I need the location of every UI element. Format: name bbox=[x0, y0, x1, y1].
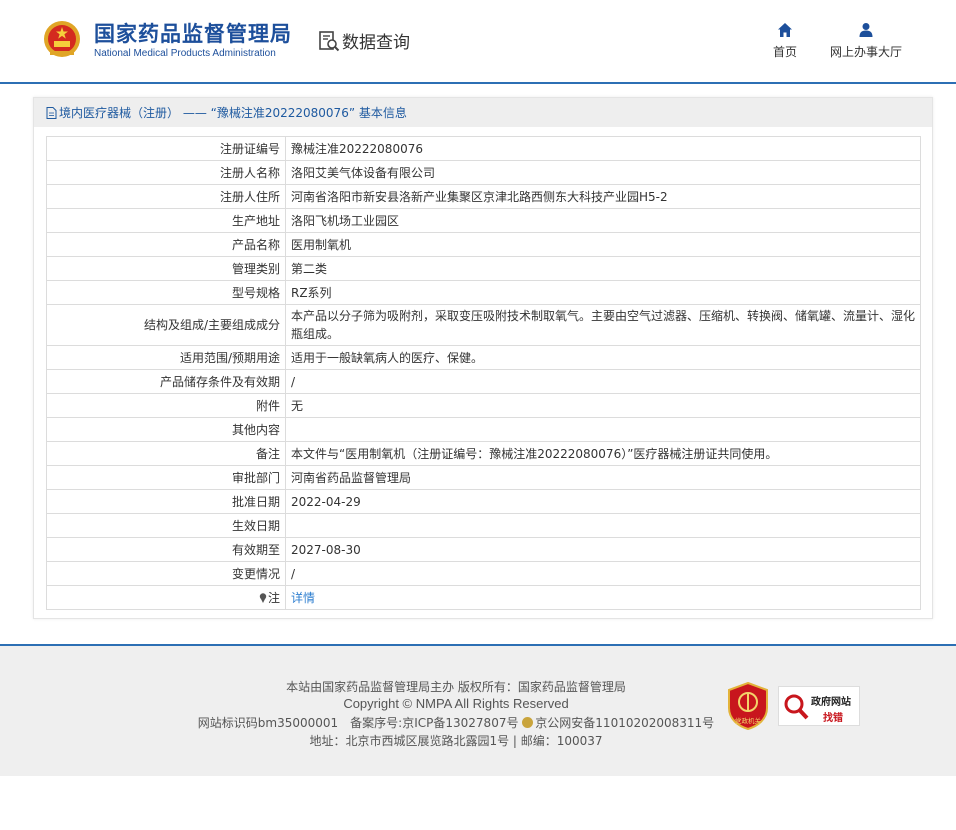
document-search-icon bbox=[319, 30, 340, 51]
table-row: 备注 本文件与“医用制氧机（注册证编号：豫械注准20222080076）”医疗器械… bbox=[46, 441, 921, 466]
party-gov-seal-icon[interactable]: 党政机关 bbox=[727, 682, 769, 730]
table-row: 产品名称 医用制氧机 bbox=[46, 232, 921, 257]
nav-home-label: 首页 bbox=[773, 45, 798, 59]
field-label: 有效期至 bbox=[46, 537, 286, 562]
national-emblem-icon[interactable] bbox=[42, 17, 82, 59]
field-label: 其他内容 bbox=[46, 417, 286, 442]
footer-copyright: Copyright © NMPA All Rights Reserved bbox=[343, 696, 569, 711]
table-row: 审批部门 河南省药品监督管理局 bbox=[46, 465, 921, 490]
nav-online-hall[interactable]: 网上办事大厅 bbox=[830, 22, 902, 60]
field-value: 豫械注准20222080076 bbox=[285, 136, 921, 161]
gov-site-error-report[interactable]: 政府网站 找错 bbox=[778, 686, 860, 726]
field-value: 无 bbox=[285, 393, 921, 418]
field-label: 型号规格 bbox=[46, 280, 286, 305]
note-label: 注 bbox=[267, 590, 280, 605]
field-label: 适用范围/预期用途 bbox=[46, 345, 286, 370]
table-row: 生产地址 洛阳飞机场工业园区 bbox=[46, 208, 921, 233]
footer-registration: 网站标识码bm35000001 备案序号:京ICP备13027807号 京公网安… bbox=[0, 714, 912, 731]
nav-online-hall-label: 网上办事大厅 bbox=[830, 45, 903, 59]
field-value: 2022-04-29 bbox=[285, 489, 921, 514]
data-query-title[interactable]: 数据查询 bbox=[318, 28, 410, 53]
field-label: 结构及组成/主要组成成分 bbox=[46, 304, 286, 346]
note-row: 注详情 bbox=[46, 585, 921, 610]
field-value: 第二类 bbox=[285, 256, 921, 281]
field-value: 适用于一般缺氧病人的医疗、保健。 bbox=[285, 345, 921, 370]
police-badge-icon bbox=[522, 717, 534, 728]
note-label-cell: 注 bbox=[46, 585, 286, 610]
table-row: 附件无 bbox=[46, 393, 921, 418]
field-value: RZ系列 bbox=[285, 280, 921, 305]
field-label: 注册证编号 bbox=[46, 136, 286, 161]
footer-sponsor: 本站由国家药品监督管理局主办 版权所有：国家药品监督管理局 bbox=[286, 680, 626, 694]
field-label: 附件 bbox=[46, 393, 286, 418]
field-value: 洛阳艾美气体设备有限公司 bbox=[285, 160, 921, 185]
field-label: 批准日期 bbox=[46, 489, 286, 514]
field-value: / bbox=[285, 369, 921, 394]
footer-police-record[interactable]: 京公网安备11010202008311号 bbox=[535, 716, 714, 730]
table-row: 变更情况 / bbox=[46, 561, 921, 586]
detail-panel: 境内医疗器械（注册） —— “豫械注准20222080076” 基本信息 注册证… bbox=[33, 97, 933, 619]
pin-icon bbox=[259, 592, 267, 603]
field-value: 河南省洛阳市新安县洛新产业集聚区京津北路西侧东大科技产业园H5-2 bbox=[285, 184, 921, 209]
table-row: 注册人名称 洛阳艾美气体设备有限公司 bbox=[46, 160, 921, 185]
table-row: 产品储存条件及有效期 / bbox=[46, 369, 921, 394]
detail-link[interactable]: 详情 bbox=[291, 591, 315, 605]
table-row: 结构及组成/主要组成成分 本产品以分子筛为吸附剂，采取变压吸附技术制取氧气。主要由… bbox=[46, 304, 921, 346]
table-row: 型号规格 RZ系列 bbox=[46, 280, 921, 305]
field-value: 医用制氧机 bbox=[285, 232, 921, 257]
info-table: 注册证编号 豫械注准20222080076 注册人名称 洛阳艾美气体设备有限公司 注册人… bbox=[46, 136, 921, 610]
field-value bbox=[285, 513, 921, 538]
table-row: 其他内容 bbox=[46, 417, 921, 442]
site-title-en[interactable]: National Medical Products Administration bbox=[94, 48, 276, 59]
field-value: / bbox=[285, 561, 921, 586]
field-value: 本产品以分子筛为吸附剂，采取变压吸附技术制取氧气。主要由空气过滤器、压缩机、转换… bbox=[285, 304, 921, 346]
footer-icp[interactable]: 网站标识码bm35000001 备案序号:京ICP备13027807号 bbox=[198, 716, 519, 730]
footer-address: 地址：北京市西城区展览路北露园1号 | 邮编：100037 bbox=[309, 734, 603, 748]
table-row: 适用范围/预期用途 适用于一般缺氧病人的医疗、保健。 bbox=[46, 345, 921, 370]
user-icon bbox=[859, 23, 873, 37]
field-value bbox=[285, 417, 921, 442]
breadcrumb: 境内医疗器械（注册） —— “豫械注准20222080076” 基本信息 bbox=[34, 98, 932, 127]
field-label: 备注 bbox=[46, 441, 286, 466]
field-label: 注册人住所 bbox=[46, 184, 286, 209]
field-label: 生效日期 bbox=[46, 513, 286, 538]
note-value-cell: 详情 bbox=[285, 585, 921, 610]
field-label: 产品名称 bbox=[46, 232, 286, 257]
field-value: 本文件与“医用制氧机（注册证编号：豫械注准20222080076）”医疗器械注册… bbox=[285, 441, 921, 466]
table-row: 批准日期 2022-04-29 bbox=[46, 489, 921, 514]
field-label: 生产地址 bbox=[46, 208, 286, 233]
home-icon bbox=[778, 23, 792, 37]
gov-error-subtitle: 找错 bbox=[823, 713, 843, 724]
table-row: 管理类别 第二类 bbox=[46, 256, 921, 281]
field-value: 河南省药品监督管理局 bbox=[285, 465, 921, 490]
field-label: 注册人名称 bbox=[46, 160, 286, 185]
field-value: 洛阳飞机场工业园区 bbox=[285, 208, 921, 233]
field-label: 变更情况 bbox=[46, 561, 286, 586]
field-label: 审批部门 bbox=[46, 465, 286, 490]
document-icon bbox=[46, 106, 57, 119]
data-query-label: 数据查询 bbox=[342, 33, 410, 53]
site-header: 国家药品监督管理局 National Medical Products Admi… bbox=[0, 0, 956, 84]
site-title-cn[interactable]: 国家药品监督管理局 bbox=[94, 18, 292, 48]
nav-home[interactable]: 首页 bbox=[773, 22, 797, 60]
table-row: 有效期至 2027-08-30 bbox=[46, 537, 921, 562]
table-row: 注册人住所 河南省洛阳市新安县洛新产业集聚区京津北路西侧东大科技产业园H5-2 bbox=[46, 184, 921, 209]
table-row: 注册证编号 豫械注准20222080076 bbox=[46, 136, 921, 161]
field-label: 产品储存条件及有效期 bbox=[46, 369, 286, 394]
gov-error-title: 政府网站 bbox=[811, 697, 851, 708]
table-row: 生效日期 bbox=[46, 513, 921, 538]
field-label: 管理类别 bbox=[46, 256, 286, 281]
field-value: 2027-08-30 bbox=[285, 537, 921, 562]
site-footer: 本站由国家药品监督管理局主办 版权所有：国家药品监督管理局 Copyright … bbox=[0, 644, 956, 776]
breadcrumb-text: 境内医疗器械（注册） —— “豫械注准20222080076” 基本信息 bbox=[59, 106, 407, 120]
seal-caption: 党政机关 bbox=[735, 716, 762, 725]
magnifier-icon bbox=[784, 694, 809, 720]
